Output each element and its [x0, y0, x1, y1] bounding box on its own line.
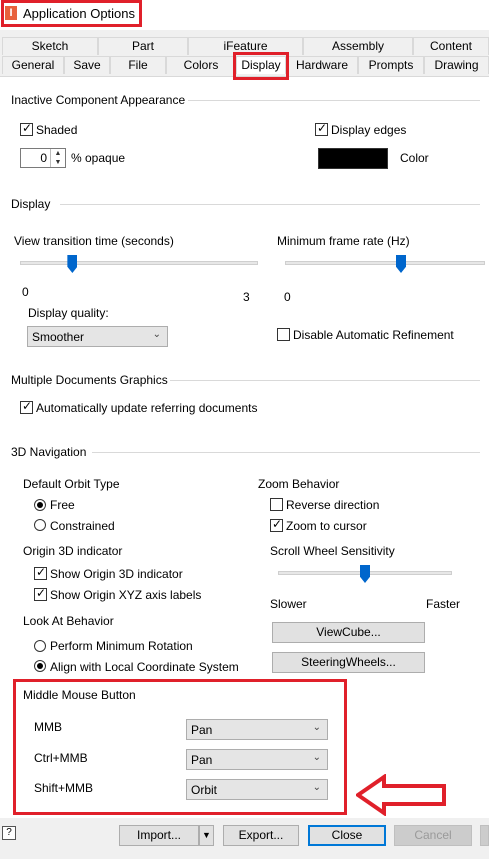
scroll-sensitivity-heading: Scroll Wheel Sensitivity	[270, 544, 395, 558]
mmb-select-value: Pan	[191, 723, 213, 737]
view-transition-label: View transition time (seconds)	[14, 234, 174, 248]
shift-mmb-select-value: Orbit	[191, 783, 218, 797]
zoom-to-cursor-label: Zoom to cursor	[286, 519, 367, 533]
orbit-type-heading: Default Orbit Type	[23, 477, 120, 491]
opacity-suffix: % opaque	[71, 151, 126, 165]
section-divider	[188, 100, 480, 101]
view-transition-slider-track[interactable]	[20, 261, 258, 265]
opacity-value: 0	[40, 151, 47, 165]
display-edges-checkbox[interactable]	[315, 121, 328, 136]
section-3dnav-heading: 3D Navigation	[11, 445, 87, 459]
help-icon[interactable]: ?	[2, 826, 16, 840]
tab-part[interactable]: Part	[98, 37, 188, 55]
zoom-to-cursor-checkbox[interactable]	[270, 517, 283, 532]
min-frame-rate-slider-track[interactable]	[285, 261, 485, 265]
section-divider	[60, 204, 480, 205]
align-local-radio[interactable]	[34, 660, 46, 672]
tab-sketch[interactable]: Sketch	[2, 37, 98, 55]
orbit-free-label: Free	[50, 498, 75, 512]
reverse-direction-label: Reverse direction	[286, 498, 380, 512]
align-local-label: Align with Local Coordinate System	[50, 660, 239, 674]
app-icon: I	[5, 6, 17, 20]
apply-button-partial[interactable]	[480, 825, 489, 846]
shaded-label: Shaded	[36, 123, 78, 137]
spin-up-icon[interactable]: ▲	[51, 149, 65, 158]
spinner-buttons[interactable]: ▲ ▼	[50, 149, 65, 167]
section-inactive-heading: Inactive Component Appearance	[11, 93, 186, 107]
mmb-heading: Middle Mouse Button	[23, 688, 136, 702]
auto-update-checkbox[interactable]	[20, 399, 33, 414]
import-button[interactable]: Import...	[119, 825, 199, 846]
chevron-down-icon: ⌄	[312, 752, 321, 763]
view-transition-max: 3	[243, 290, 250, 304]
opacity-spinner[interactable]: 0 ▲ ▼	[20, 148, 66, 168]
import-dropdown-button[interactable]: ▼	[199, 825, 214, 846]
shaded-checkbox[interactable]	[20, 121, 33, 136]
look-at-heading: Look At Behavior	[23, 614, 114, 628]
tab-content[interactable]: Content	[413, 37, 489, 55]
viewcube-button[interactable]: ViewCube...	[272, 622, 425, 643]
origin-indicator-heading: Origin 3D indicator	[23, 544, 123, 558]
shift-mmb-select[interactable]: Orbit ⌄	[186, 779, 328, 800]
zoom-behavior-heading: Zoom Behavior	[258, 477, 340, 491]
show-axis-labels-label: Show Origin XYZ axis labels	[50, 588, 202, 602]
min-rotation-radio[interactable]	[34, 640, 46, 652]
orbit-free-radio[interactable]	[34, 499, 46, 511]
show-axis-labels-checkbox[interactable]	[34, 586, 47, 601]
tab-general[interactable]: General	[2, 56, 64, 74]
tab-assembly[interactable]: Assembly	[303, 37, 413, 55]
spin-down-icon[interactable]: ▼	[51, 158, 65, 167]
close-button[interactable]: Close	[308, 825, 386, 846]
display-quality-label: Display quality:	[28, 306, 109, 320]
min-frame-rate-label: Minimum frame rate (Hz)	[277, 234, 410, 248]
red-arrow-icon	[356, 774, 446, 816]
orbit-constrained-radio[interactable]	[34, 519, 46, 531]
display-quality-select[interactable]: Smoother ⌄	[27, 326, 168, 347]
tab-hardware[interactable]: Hardware	[286, 56, 358, 74]
ctrl-mmb-row-label: Ctrl+MMB	[34, 751, 88, 765]
tab-colors[interactable]: Colors	[166, 56, 236, 74]
show-origin-checkbox[interactable]	[34, 565, 47, 580]
chevron-down-icon: ⌄	[312, 782, 321, 793]
shift-mmb-row-label: Shift+MMB	[34, 781, 94, 795]
disable-refinement-label: Disable Automatic Refinement	[293, 328, 454, 342]
scroll-slower-label: Slower	[270, 597, 307, 611]
section-multidoc-heading: Multiple Documents Graphics	[11, 373, 168, 387]
ctrl-mmb-select-value: Pan	[191, 753, 213, 767]
tab-highlight-box	[233, 52, 289, 80]
tab-prompts[interactable]: Prompts	[358, 56, 424, 74]
view-transition-min: 0	[22, 285, 29, 299]
orbit-constrained-label: Constrained	[50, 519, 115, 533]
tab-save[interactable]: Save	[64, 56, 110, 74]
auto-update-label: Automatically update referring documents	[36, 401, 258, 415]
min-rotation-label: Perform Minimum Rotation	[50, 639, 193, 653]
disable-refinement-checkbox[interactable]	[277, 328, 290, 341]
color-swatch-button[interactable]	[318, 148, 388, 169]
window-title: Application Options	[23, 6, 136, 21]
section-divider	[92, 452, 480, 453]
scroll-faster-label: Faster	[426, 597, 461, 611]
chevron-down-icon: ⌄	[312, 722, 321, 733]
display-edges-label: Display edges	[331, 123, 407, 137]
tab-drawing[interactable]: Drawing	[424, 56, 489, 74]
show-origin-label: Show Origin 3D indicator	[50, 567, 183, 581]
mmb-select[interactable]: Pan ⌄	[186, 719, 328, 740]
color-label: Color	[400, 151, 429, 165]
section-display-heading: Display	[11, 197, 51, 211]
section-divider	[170, 380, 480, 381]
export-button[interactable]: Export...	[223, 825, 299, 846]
ctrl-mmb-select[interactable]: Pan ⌄	[186, 749, 328, 770]
display-quality-value: Smoother	[32, 330, 85, 344]
tab-file[interactable]: File	[110, 56, 166, 74]
reverse-direction-checkbox[interactable]	[270, 498, 283, 511]
min-frame-rate-min: 0	[284, 290, 291, 304]
cancel-button[interactable]: Cancel	[394, 825, 472, 846]
chevron-down-icon: ⌄	[152, 329, 161, 340]
mmb-row-label: MMB	[34, 720, 62, 734]
steeringwheels-button[interactable]: SteeringWheels...	[272, 652, 425, 673]
